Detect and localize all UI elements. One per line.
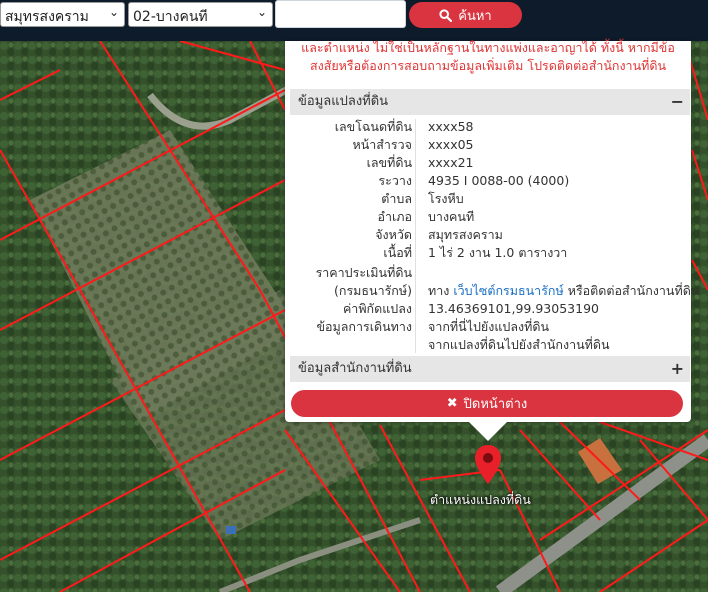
close-icon: ✖ bbox=[446, 396, 458, 411]
parcel-info-popup: และตำแหน่ง ไม่ใช่เป็นหลักฐานในทางแพ่งและ… bbox=[285, 40, 699, 422]
disclaimer-notice: และตำแหน่ง ไม่ใช่เป็นหลักฐานในทางแพ่งและ… bbox=[301, 40, 675, 73]
marker-label: ตำแหน่งแปลงที่ดิน bbox=[430, 492, 531, 507]
district-select-value: 02-บางคนที bbox=[133, 9, 208, 25]
province-select-value: สมุทรสงคราม bbox=[5, 9, 89, 25]
directions-to-parcel-link[interactable]: จากที่นี่ไปยังแปลงที่ดิน bbox=[428, 318, 549, 335]
field-label: หน้าสำรวจ bbox=[352, 137, 412, 152]
field-value: สมุทรสงคราม bbox=[428, 227, 503, 242]
search-input[interactable] bbox=[275, 0, 406, 28]
field-divider bbox=[415, 119, 416, 353]
field-label: (กรมธนารักษ์) bbox=[334, 283, 412, 298]
field-value: บางคนที bbox=[428, 209, 475, 224]
top-toolbar: สมุทรสงคราม ⌄ 02-บางคนที ⌄ ค้นหา bbox=[0, 0, 708, 41]
field-value: xxxx05 bbox=[428, 137, 474, 152]
parcel-section-title: ข้อมูลแปลงที่ดิน bbox=[298, 94, 389, 109]
field-label: ราคาประเมินที่ดิน bbox=[315, 265, 412, 280]
appraisal-suffix: หรือติดต่อสำนักงานที่ดิน bbox=[567, 283, 700, 298]
field-label: ค่าพิกัดแปลง bbox=[342, 301, 412, 316]
field-value: xxxx21 bbox=[428, 155, 474, 170]
close-button-label: ปิดหน้าต่าง bbox=[463, 397, 528, 412]
parcel-section-header[interactable]: ข้อมูลแปลงที่ดิน − bbox=[290, 89, 690, 115]
field-label: อำเภอ bbox=[377, 209, 412, 224]
search-button[interactable]: ค้นหา bbox=[409, 2, 522, 28]
map-pin-icon[interactable] bbox=[473, 444, 503, 486]
chevron-down-icon: ⌄ bbox=[108, 5, 119, 19]
field-value: xxxx58 bbox=[428, 119, 474, 134]
field-value: 4935 I 0088-00 (4000) bbox=[428, 173, 570, 188]
field-label: ระวาง bbox=[378, 173, 412, 188]
coordinates-link[interactable]: 13.46369101,99.93053190 bbox=[428, 300, 599, 317]
chevron-down-icon: ⌄ bbox=[256, 5, 267, 19]
field-value: ทาง เว็บไซต์กรมธนารักษ์ หรือติดต่อสำนักง… bbox=[428, 282, 699, 299]
expand-icon[interactable]: + bbox=[671, 356, 684, 382]
field-label: เลขที่ดิน bbox=[366, 155, 412, 170]
office-section-title: ข้อมูลสำนักงานที่ดิน bbox=[298, 361, 412, 376]
district-select[interactable]: 02-บางคนที ⌄ bbox=[128, 2, 273, 27]
field-label: จังหวัด bbox=[375, 227, 412, 242]
search-button-label: ค้นหา bbox=[458, 8, 492, 24]
close-popup-button[interactable]: ✖ ปิดหน้าต่าง bbox=[291, 390, 683, 417]
appraisal-prefix: ทาง bbox=[428, 283, 450, 298]
province-select[interactable]: สมุทรสงคราม ⌄ bbox=[0, 2, 125, 27]
field-label: เนื้อที่ bbox=[383, 245, 412, 260]
search-icon bbox=[439, 8, 453, 22]
field-value: โรงหีบ bbox=[428, 191, 464, 206]
treasury-website-link[interactable]: เว็บไซต์กรมธนารักษ์ bbox=[453, 283, 563, 298]
directions-to-office-link[interactable]: จากแปลงที่ดินไปยังสำนักงานที่ดิน bbox=[428, 336, 610, 353]
field-label: เลขโฉนดที่ดิน bbox=[334, 119, 412, 134]
collapse-icon[interactable]: − bbox=[671, 89, 684, 115]
office-section-header[interactable]: ข้อมูลสำนักงานที่ดิน + bbox=[290, 356, 690, 382]
popup-pointer bbox=[468, 421, 508, 441]
field-value: 1 ไร่ 2 งาน 1.0 ตารางวา bbox=[428, 245, 568, 260]
field-label: ข้อมูลการเดินทาง bbox=[316, 319, 412, 334]
field-label: ตำบล bbox=[381, 191, 412, 206]
